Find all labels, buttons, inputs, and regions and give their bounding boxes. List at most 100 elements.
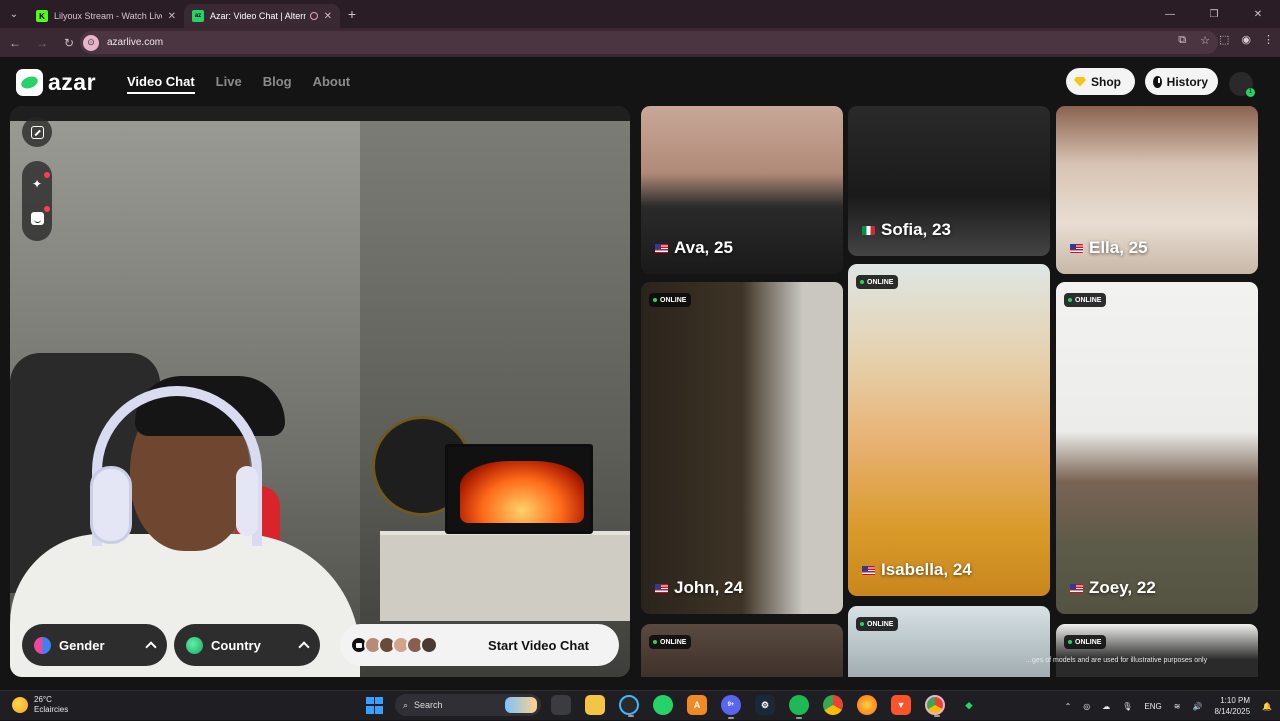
menu-kebab-icon[interactable]: ⋮	[1263, 33, 1274, 46]
video-background	[10, 106, 630, 121]
spotify-icon[interactable]	[789, 695, 809, 719]
maximize-button[interactable]: ❐	[1192, 0, 1236, 28]
minimize-button[interactable]: —	[1148, 0, 1192, 28]
fireplace-video	[460, 461, 584, 523]
bookmark-star-icon[interactable]: ☆	[1200, 34, 1210, 47]
us-flag-icon	[655, 583, 668, 593]
steam-icon[interactable]: ⚙	[755, 695, 775, 715]
nav-live[interactable]: Live	[216, 74, 242, 94]
cabinet	[380, 531, 630, 621]
expand-tool[interactable]	[22, 117, 52, 147]
sparkle-effects-icon[interactable]: ✦	[29, 172, 50, 192]
profile-card[interactable]: ONLINE Zoey, 22	[1056, 282, 1258, 614]
profile-icon[interactable]: ◉	[1241, 33, 1251, 46]
clock[interactable]: 1:10 PM 8/14/2025	[1214, 695, 1250, 717]
browser-toolbar-right: ⬚ ◉ ⋮	[1219, 33, 1274, 46]
site-info-icon[interactable]: ⊙	[83, 34, 99, 51]
nav-video-chat[interactable]: Video Chat	[127, 74, 195, 94]
app-tray-icon[interactable]: ◎	[1083, 702, 1090, 711]
online-badge: ONLINE	[649, 635, 692, 649]
language-indicator[interactable]: ENG	[1144, 702, 1161, 711]
app-green-icon[interactable]	[653, 695, 673, 715]
microphone-icon[interactable]: 🎙	[1122, 702, 1132, 711]
tab-search-icon[interactable]: ⌄	[0, 0, 28, 28]
brave-icon[interactable]: ▼	[891, 695, 911, 715]
history-button[interactable]: History	[1145, 68, 1218, 95]
online-badge: ONLINE	[856, 275, 899, 289]
weather-sun-icon	[12, 697, 28, 713]
search-highlight-icon	[505, 697, 537, 713]
file-explorer-icon[interactable]	[585, 695, 605, 715]
nav-blog[interactable]: Blog	[263, 74, 292, 94]
profile-card[interactable]: ONLINE	[848, 606, 1050, 677]
gender-icon	[34, 636, 51, 654]
chrome-profile-icon[interactable]	[925, 695, 945, 717]
close-tab-icon[interactable]: ✕	[324, 11, 332, 22]
url-text[interactable]: azarlive.com	[107, 37, 163, 48]
shop-button[interactable]: Shop	[1066, 68, 1135, 95]
taskbar-center: ⌕ Search A 9+ ⚙ ▼ ◆	[366, 694, 983, 719]
start-video-chat-button[interactable]: Start Video Chat	[340, 624, 619, 666]
face-filter-icon[interactable]	[29, 206, 50, 226]
profile-card[interactable]: ONLINE Isabella, 24	[848, 264, 1050, 596]
gender-filter-button[interactable]: Gender	[22, 624, 167, 666]
globe-icon	[186, 636, 203, 654]
forward-arrow-icon[interactable]: →	[30, 36, 54, 50]
tab-azar[interactable]: az Azar: Video Chat | Alternativ ✕	[184, 4, 340, 28]
profile-card[interactable]: ONLINE John, 24	[641, 282, 843, 614]
azar-page: azar Video Chat Live Blog About Shop His…	[0, 57, 1280, 690]
back-arrow-icon[interactable]: ←	[3, 36, 27, 50]
profile-name: John, 24	[655, 578, 743, 598]
taskbar-search[interactable]: ⌕ Search	[395, 694, 541, 716]
weather-condition: Eclaircies	[34, 705, 69, 714]
effects-toolbar: ✦	[22, 161, 52, 241]
profile-card[interactable]: ONLINE	[1056, 624, 1258, 677]
time: 1:10 PM	[1220, 696, 1251, 705]
windows-start-icon[interactable]	[366, 696, 383, 714]
close-window-button[interactable]: ✕	[1236, 0, 1280, 28]
cast-icon[interactable]: ⧉	[1178, 34, 1186, 47]
window-controls: — ❐ ✕	[1148, 0, 1280, 28]
avatar-stack	[350, 636, 440, 654]
weather-widget[interactable]: 26°C Eclaircies	[12, 695, 68, 715]
profile-card[interactable]: ONLINE	[641, 624, 843, 677]
app-orange-icon[interactable]: A	[687, 695, 707, 715]
discord-icon[interactable]: 9+	[721, 695, 741, 719]
volume-icon[interactable]: 🔊	[1192, 702, 1202, 711]
omnibox[interactable]: ⊙ azarlive.com ⧉ ☆	[80, 31, 1218, 54]
profile-card[interactable]: Ella, 25	[1056, 106, 1258, 274]
new-tab-button[interactable]: +	[340, 6, 364, 22]
avatar[interactable]: 1	[1229, 72, 1255, 97]
notification-badge: 1	[1246, 88, 1255, 97]
wifi-icon[interactable]: ≋	[1174, 702, 1181, 711]
firefox-icon[interactable]	[857, 695, 877, 715]
profile-name: Ella, 25	[1070, 238, 1148, 258]
task-view-icon[interactable]	[551, 695, 571, 715]
close-tab-icon[interactable]: ✕	[168, 11, 176, 22]
obs-icon[interactable]	[619, 695, 639, 717]
extensions-icon[interactable]: ⬚	[1219, 33, 1229, 46]
cloud-icon[interactable]: ☁	[1102, 702, 1110, 711]
kick-favicon-icon: K	[36, 10, 48, 22]
tab-title: Azar: Video Chat | Alternativ	[210, 11, 306, 21]
clock-icon	[1153, 75, 1162, 88]
tab-title: Lilyoux Stream - Watch Live on	[54, 11, 162, 21]
expand-icon[interactable]	[29, 124, 45, 140]
profile-gallery: Ava, 25 Sofia, 23 Ella, 25 ONLINE John, …	[641, 106, 1261, 677]
system-tray: ⌃ ◎ ☁ 🎙 ENG ≋ 🔊 1:10 PM 8/14/2025 🔔	[1065, 691, 1272, 721]
chrome-icon[interactable]	[823, 695, 843, 715]
chevron-up-icon[interactable]: ⌃	[1065, 702, 1072, 711]
notifications-icon[interactable]: 🔔	[1262, 702, 1272, 711]
start-label: Start Video Chat	[488, 637, 589, 653]
azar-app-icon[interactable]: ◆	[959, 695, 979, 715]
azar-logo[interactable]: azar	[16, 69, 96, 96]
online-badge: ONLINE	[649, 293, 692, 307]
tab-lilyoux[interactable]: K Lilyoux Stream - Watch Live on ✕	[28, 4, 184, 28]
profile-card[interactable]: Ava, 25	[641, 106, 843, 274]
tv-screen	[445, 444, 593, 534]
profile-card[interactable]: Sofia, 23	[848, 106, 1050, 256]
nav-about[interactable]: About	[313, 74, 351, 94]
country-filter-button[interactable]: Country	[174, 624, 320, 666]
omnibox-actions: ⧉ ☆	[1178, 34, 1210, 47]
reload-icon[interactable]: ↻	[57, 36, 81, 50]
